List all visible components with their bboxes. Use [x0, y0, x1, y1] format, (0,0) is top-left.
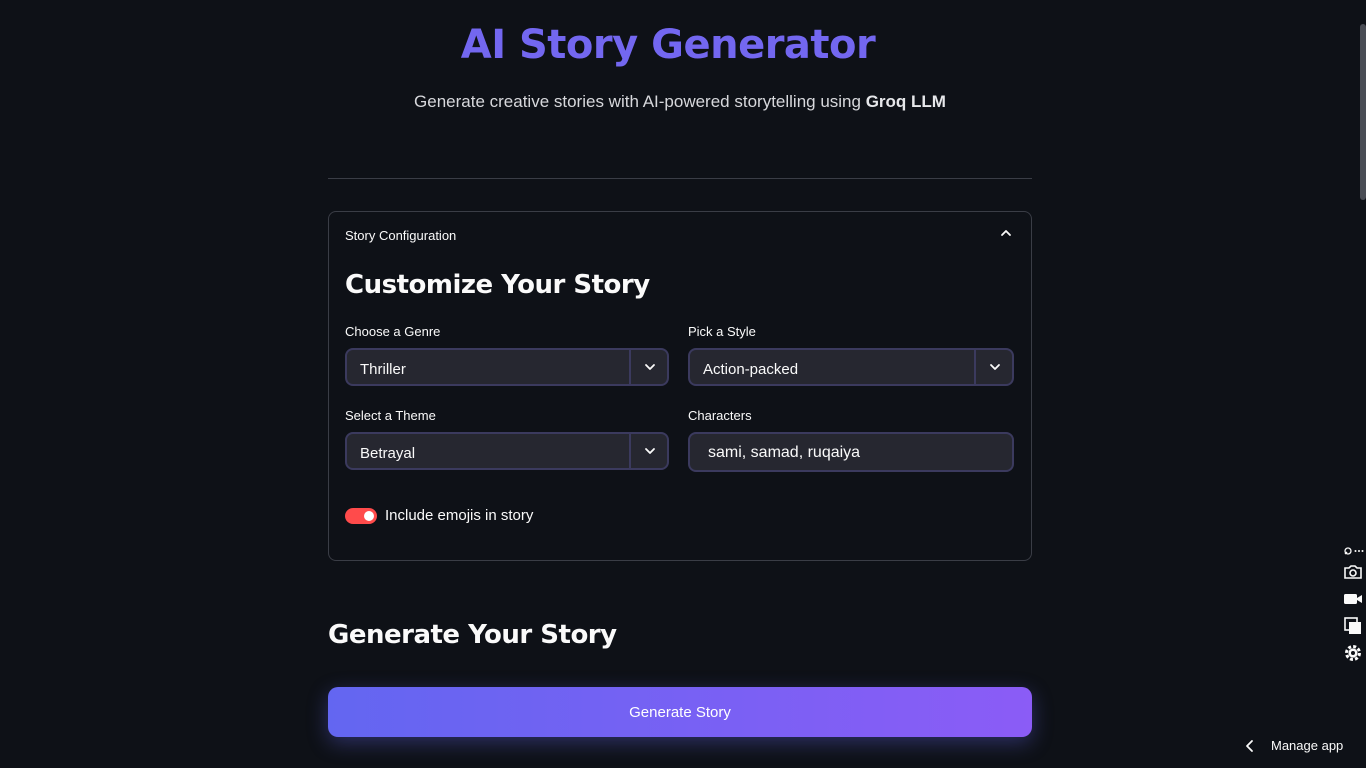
- theme-label: Select a Theme: [345, 408, 436, 423]
- toggle-knob: [364, 511, 374, 521]
- chevron-down-icon[interactable]: [643, 360, 657, 374]
- chevron-down-icon[interactable]: [988, 360, 1002, 374]
- emoji-toggle[interactable]: [345, 508, 377, 524]
- scrollbar[interactable]: [1360, 24, 1366, 200]
- select-separator: [974, 348, 976, 386]
- characters-label: Characters: [688, 408, 752, 423]
- chevron-up-icon[interactable]: [999, 226, 1013, 240]
- chevron-left-icon: [1246, 740, 1253, 752]
- more-icon[interactable]: [1354, 546, 1364, 556]
- manage-app-button[interactable]: Manage app: [1232, 730, 1366, 762]
- expander-header[interactable]: Story Configuration: [345, 228, 456, 243]
- manage-app-label: Manage app: [1271, 738, 1344, 753]
- select-separator: [629, 348, 631, 386]
- genre-value: Thriller: [360, 361, 406, 378]
- style-label: Pick a Style: [688, 324, 756, 339]
- subtitle-bold: Groq LLM: [865, 92, 946, 111]
- divider: [328, 178, 1032, 179]
- generate-story-button[interactable]: Generate Story: [328, 687, 1032, 737]
- video-icon[interactable]: [1343, 589, 1363, 609]
- characters-field[interactable]: [688, 432, 1014, 472]
- style-select[interactable]: Action-packed: [688, 348, 1014, 386]
- emoji-toggle-label: Include emojis in story: [385, 507, 534, 524]
- gear-icon[interactable]: [1343, 643, 1363, 663]
- genre-select[interactable]: Thriller: [345, 348, 669, 386]
- style-value: Action-packed: [703, 361, 799, 378]
- page-title: AI Story Generator: [460, 22, 876, 68]
- characters-input[interactable]: [706, 441, 1000, 465]
- generate-heading: Generate Your Story: [328, 620, 617, 650]
- camera-icon[interactable]: [1343, 562, 1363, 582]
- theme-value: Betrayal: [360, 445, 416, 462]
- select-separator: [629, 432, 631, 470]
- side-toolbar: [1340, 544, 1366, 668]
- genre-label: Choose a Genre: [345, 324, 441, 339]
- pin-icon[interactable]: [1343, 546, 1353, 556]
- customize-heading: Customize Your Story: [345, 270, 650, 300]
- copy-icon[interactable]: [1343, 616, 1363, 636]
- story-configuration-expander: Story Configuration Customize Your Story…: [328, 211, 1032, 561]
- chevron-down-icon[interactable]: [643, 444, 657, 458]
- page-subtitle: Generate creative stories with AI-powere…: [0, 92, 1360, 112]
- theme-select[interactable]: Betrayal: [345, 432, 669, 470]
- subtitle-text: Generate creative stories with AI-powere…: [414, 92, 866, 111]
